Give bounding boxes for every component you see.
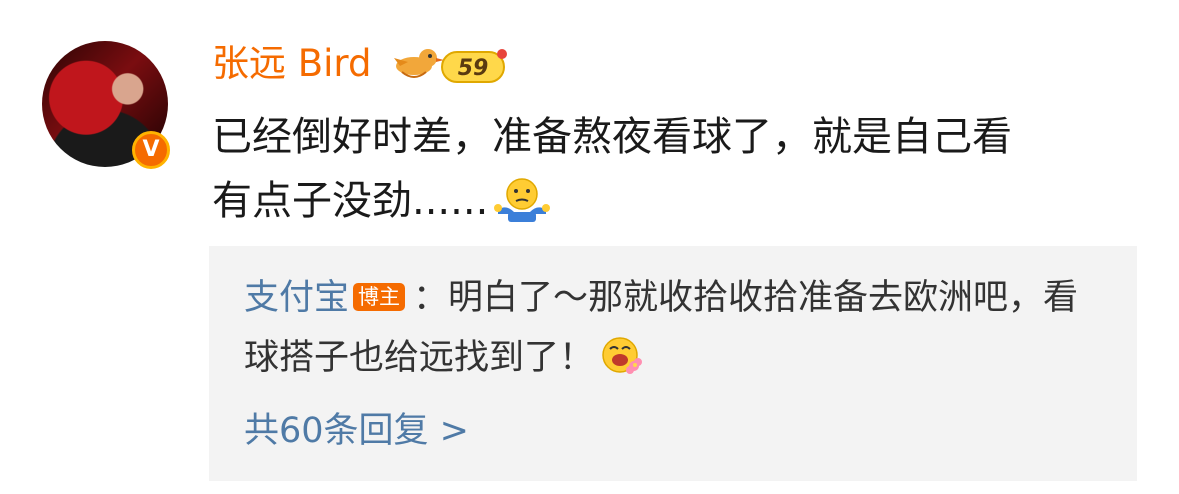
comment-line-1: 已经倒好时差，准备熬夜看球了，就是自己看 xyxy=(212,114,1012,160)
shrug-emoji-icon xyxy=(494,178,551,222)
reply-text: 支付宝 博主 ：明白了～那就收拾收拾准备去欧洲吧，看球搭子也给远找到了！ xyxy=(244,268,1104,388)
username[interactable]: 张远 Bird xyxy=(212,40,371,88)
level-badge-icon[interactable]: 59 xyxy=(392,42,510,86)
comment-text: 已经倒好时差，准备熬夜看球了，就是自己看 有点子没劲...... xyxy=(212,105,1142,233)
comment-line-2: 有点子没劲...... xyxy=(212,178,489,224)
avatar-wrap[interactable]: V xyxy=(42,41,170,169)
op-badge: 博主 xyxy=(353,283,406,311)
flower-laugh-emoji-icon xyxy=(602,337,643,374)
level-number: 59 xyxy=(458,56,489,81)
reply-separator: ： xyxy=(413,278,449,318)
reply-box[interactable]: 支付宝 博主 ：明白了～那就收拾收拾准备去欧洲吧，看球搭子也给远找到了！ 共60条回… xyxy=(209,246,1137,481)
verified-icon: V xyxy=(132,131,170,169)
more-replies-link[interactable]: 共60条回复 > xyxy=(244,406,469,456)
reply-username[interactable]: 支付宝 xyxy=(244,278,349,318)
